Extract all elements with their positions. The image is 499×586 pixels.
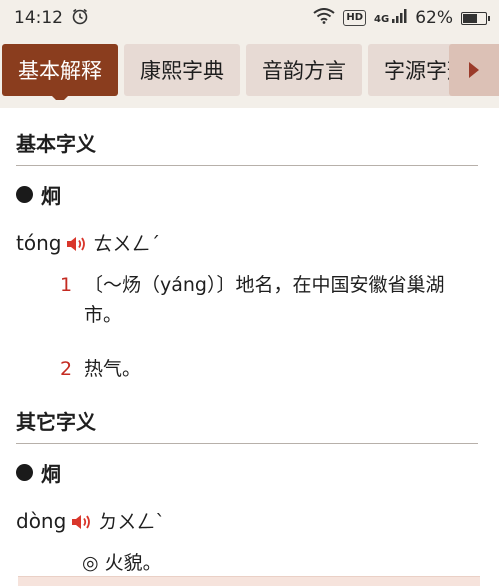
definition-item: 2 热气。 — [16, 354, 481, 384]
status-left: 14:12 — [14, 7, 89, 30]
arrow-right-icon — [469, 62, 479, 78]
section-title-basic: 基本字义 — [16, 108, 478, 166]
zhuyin-basic: ㄊㄨㄥˊ — [93, 233, 160, 255]
char-heading-other: 烔 — [16, 458, 481, 487]
definition-text: 热气。 — [84, 358, 142, 380]
zhuyin-other: ㄉㄨㄥˋ — [98, 511, 165, 533]
tab-bar: 基本解释 康熙字典 音韵方言 字源字形 — [0, 44, 499, 100]
bullet-dot-icon — [16, 464, 33, 481]
pronunciation-other: dòng ㄉㄨㄥˋ — [16, 507, 481, 534]
bullet-dot-icon — [16, 186, 33, 203]
speaker-icon[interactable] — [70, 512, 92, 530]
section-title-other: 其它字义 — [16, 384, 478, 444]
char-heading-basic: 炯 — [16, 180, 481, 209]
battery-percent: 62% — [415, 8, 453, 28]
battery-icon — [461, 11, 490, 25]
definition-number: 2 — [60, 358, 73, 380]
tab-phonology-dialect[interactable]: 音韵方言 — [246, 44, 362, 96]
alarm-icon — [71, 7, 89, 30]
tab-kangxi-dictionary[interactable]: 康熙字典 — [124, 44, 240, 96]
status-time: 14:12 — [14, 8, 63, 28]
tab-basic-explanation[interactable]: 基本解释 — [2, 44, 118, 100]
pinyin-other: dòng — [16, 508, 67, 533]
status-right: HD 4G 62% — [313, 7, 490, 29]
char-other: 烔 — [41, 462, 61, 486]
wifi-icon — [313, 7, 335, 29]
pronunciation-basic: tóng ㄊㄨㄥˊ — [16, 229, 481, 256]
tab-scroll-right-button[interactable] — [449, 44, 499, 96]
next-section-edge — [18, 576, 480, 586]
definition-note-other: ◎ 火貌。 — [82, 552, 162, 574]
definition-panel: 基本字义 炯 tóng ㄊㄨㄥˊ 1 〔～炀（yáng）〕地名，在中国安徽省巢湖… — [0, 108, 499, 586]
status-bar: 14:12 HD 4G 62% — [0, 0, 499, 36]
signal-icon — [391, 8, 407, 29]
char-basic: 炯 — [41, 184, 61, 208]
hd-badge: HD — [343, 10, 367, 26]
network-type-label: 4G — [374, 13, 390, 25]
battery-level-fill — [463, 13, 477, 23]
definition-text: 〔～炀（yáng）〕地名，在中国安徽省巢湖市。 — [84, 274, 445, 326]
pinyin-basic: tóng — [16, 230, 62, 255]
definition-number: 1 — [60, 274, 73, 296]
speaker-icon[interactable] — [65, 234, 87, 252]
definition-item: 1 〔～炀（yáng）〕地名，在中国安徽省巢湖市。 — [16, 270, 481, 330]
